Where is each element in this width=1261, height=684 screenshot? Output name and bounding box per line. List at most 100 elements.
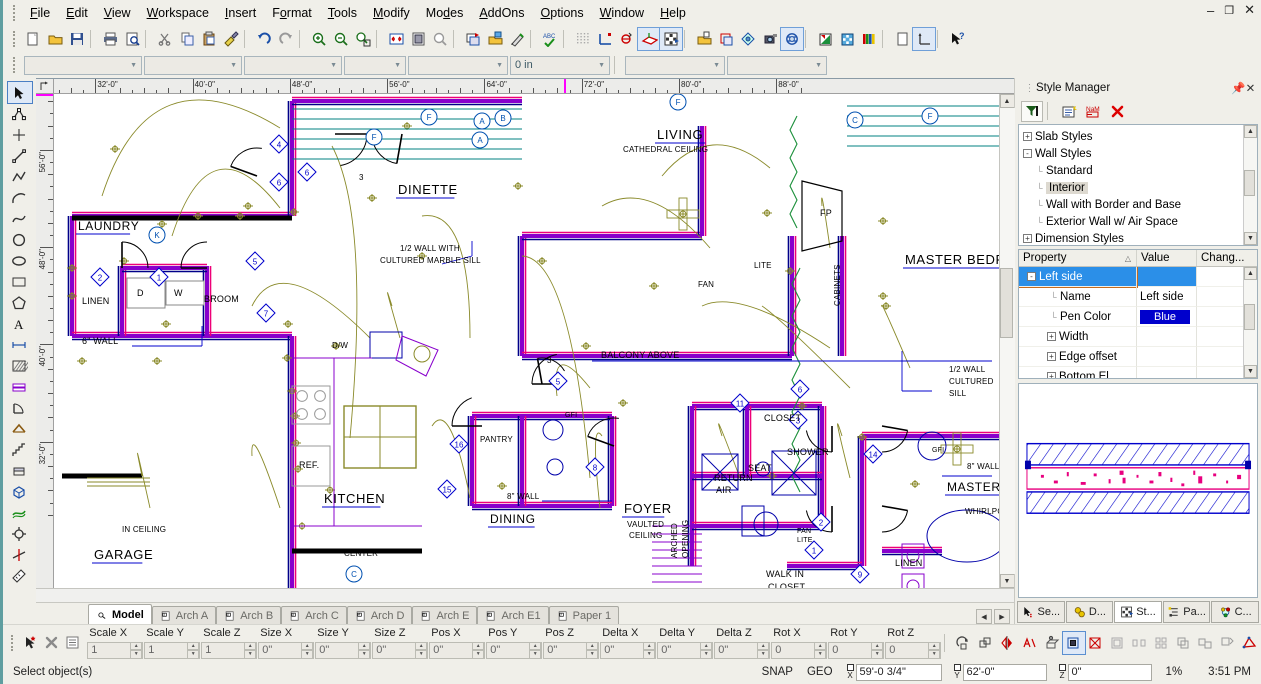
- zoom-previous-icon[interactable]: [429, 28, 451, 50]
- spinner-up-icon[interactable]: ▲: [928, 641, 941, 650]
- spinner-down-icon[interactable]: ▼: [130, 650, 143, 659]
- field-input[interactable]: 0" ▲ ▼: [315, 641, 372, 659]
- prop-scroll-up-button[interactable]: ▲: [1244, 267, 1257, 280]
- spinner-down-icon[interactable]: ▼: [928, 650, 941, 659]
- snap-settings-icon[interactable]: [616, 28, 638, 50]
- redo-icon[interactable]: [275, 28, 297, 50]
- spinner-up-icon[interactable]: ▲: [130, 641, 143, 650]
- expand-icon[interactable]: +: [1047, 332, 1056, 341]
- properties-icon[interactable]: [62, 632, 83, 654]
- coord-x-field[interactable]: 59'-0 3/4": [855, 663, 942, 681]
- layer-manager-icon[interactable]: [484, 28, 506, 50]
- collapse-icon[interactable]: -: [1027, 272, 1036, 281]
- property-value-cell[interactable]: Blue: [1137, 307, 1197, 327]
- spinner-buttons[interactable]: ▲ ▼: [187, 641, 200, 659]
- field-input[interactable]: 0" ▲ ▼: [486, 641, 543, 659]
- panel-tab-selector[interactable]: Se...: [1017, 601, 1065, 623]
- spinner-buttons[interactable]: ▲ ▼: [928, 641, 941, 659]
- material-icon[interactable]: [814, 28, 836, 50]
- panel-tab-compass[interactable]: C...: [1211, 601, 1259, 623]
- style-tree-item-standard[interactable]: └ Standard: [1023, 162, 1243, 179]
- delete-icon[interactable]: [1106, 101, 1128, 122]
- menu-drag-handle[interactable]: [13, 5, 16, 21]
- pin-icon[interactable]: 📌: [1231, 81, 1245, 95]
- field-input[interactable]: 1 ▲ ▼: [87, 641, 144, 659]
- restore-button[interactable]: ❐: [1222, 4, 1236, 17]
- paste-icon[interactable]: [198, 28, 220, 50]
- filter-icon[interactable]: [1021, 100, 1043, 122]
- property-value-cell[interactable]: Left side: [1137, 287, 1197, 307]
- spinner-buttons[interactable]: ▲ ▼: [529, 641, 542, 659]
- zoom-window-icon[interactable]: [352, 28, 374, 50]
- zoom-extents-icon[interactable]: [385, 28, 407, 50]
- spinner-down-icon[interactable]: ▼: [586, 650, 599, 659]
- spinner-up-icon[interactable]: ▲: [586, 641, 599, 650]
- help-pointer-icon[interactable]: ?: [946, 28, 968, 50]
- expand-icon[interactable]: +: [1023, 132, 1032, 141]
- style-tree-item-exterior-wall-w-air-space[interactable]: └ Exterior Wall w/ Air Space: [1023, 213, 1243, 230]
- field-input[interactable]: 0 ▲ ▼: [828, 641, 885, 659]
- linestyle-combo[interactable]: ▼: [244, 55, 342, 75]
- menu-item-edit[interactable]: Edit: [58, 3, 96, 23]
- render-icon[interactable]: [737, 28, 759, 50]
- field-input[interactable]: 1 ▲ ▼: [144, 641, 201, 659]
- menu-item-view[interactable]: View: [96, 3, 139, 23]
- spinner-up-icon[interactable]: ▲: [529, 641, 542, 650]
- new-style-icon[interactable]: [1058, 101, 1080, 122]
- close-button[interactable]: ✕: [1242, 2, 1257, 18]
- layout-tab-arch-b[interactable]: 2 Arch B: [216, 606, 282, 624]
- page-setup-icon[interactable]: [891, 28, 913, 50]
- roof-icon[interactable]: [8, 418, 32, 439]
- expand-icon[interactable]: +: [1023, 234, 1032, 243]
- spinner-up-icon[interactable]: ▲: [301, 641, 314, 650]
- spinner-up-icon[interactable]: ▲: [871, 641, 884, 650]
- menu-item-modes[interactable]: Modes: [418, 3, 472, 23]
- tree-scroll-up-button[interactable]: ▲: [1244, 125, 1257, 138]
- layout-tab-arch-a[interactable]: 1 Arch A: [151, 606, 217, 624]
- property-row-bottom-el-[interactable]: + Bottom El...: [1019, 367, 1243, 378]
- cut-scissors-icon[interactable]: [154, 28, 176, 50]
- changed-column-header[interactable]: Chang...: [1197, 250, 1257, 266]
- group-icon[interactable]: [1173, 632, 1195, 654]
- property-row-width[interactable]: + Width: [1019, 327, 1243, 347]
- copy-icon[interactable]: [176, 28, 198, 50]
- layout-tab-model[interactable]: Model: [88, 604, 152, 624]
- expand-icon[interactable]: +: [1047, 372, 1056, 378]
- tree-scroll-down-button[interactable]: ▼: [1244, 232, 1257, 245]
- ungroup-icon[interactable]: [1195, 632, 1217, 654]
- property-value-cell[interactable]: [1137, 347, 1197, 367]
- field-input[interactable]: 0" ▲ ▼: [429, 641, 486, 659]
- style-tree[interactable]: + Slab Styles - Wall Styles └ Standard └ Interi…: [1018, 124, 1258, 246]
- camera-icon[interactable]: [759, 28, 781, 50]
- spinner-up-icon[interactable]: ▲: [187, 641, 200, 650]
- spinner-buttons[interactable]: ▲ ▼: [643, 641, 656, 659]
- layout-tab-arch-e1[interactable]: 6 Arch E1: [477, 606, 549, 624]
- spinner-down-icon[interactable]: ▼: [757, 650, 770, 659]
- mirror-icon[interactable]: [997, 632, 1019, 654]
- font-combo[interactable]: ▼: [727, 55, 827, 75]
- spinner-down-icon[interactable]: ▼: [358, 650, 371, 659]
- text-icon[interactable]: A: [8, 313, 32, 334]
- menu-item-window[interactable]: Window: [592, 3, 652, 23]
- selbar-drag-handle[interactable]: [11, 634, 14, 651]
- property-value-cell[interactable]: [1137, 327, 1197, 347]
- dimension-icon[interactable]: [8, 334, 32, 355]
- select-arrow-icon[interactable]: [6, 81, 33, 104]
- pen-style-icon[interactable]: [506, 28, 528, 50]
- spinner-up-icon[interactable]: ▲: [814, 641, 827, 650]
- ruler-origin-icon[interactable]: [36, 79, 54, 94]
- surface-icon[interactable]: [8, 502, 32, 523]
- format-painter-icon[interactable]: [220, 28, 242, 50]
- geo-indicator[interactable]: GEO: [807, 666, 833, 678]
- texture-icon[interactable]: [836, 28, 858, 50]
- spinner-buttons[interactable]: ▲ ▼: [757, 641, 770, 659]
- field-input[interactable]: 1 ▲ ▼: [201, 641, 258, 659]
- field-input[interactable]: 0 ▲ ▼: [771, 641, 828, 659]
- spinner-down-icon[interactable]: ▼: [814, 650, 827, 659]
- zoom-out-icon[interactable]: [330, 28, 352, 50]
- color-combo[interactable]: ▼: [144, 55, 242, 75]
- minimize-button[interactable]: –: [1205, 3, 1216, 18]
- style-tree-item-slab-styles[interactable]: + Slab Styles: [1023, 128, 1243, 145]
- spell-check-icon[interactable]: ABC: [539, 28, 561, 50]
- spinner-buttons[interactable]: ▲ ▼: [130, 641, 143, 659]
